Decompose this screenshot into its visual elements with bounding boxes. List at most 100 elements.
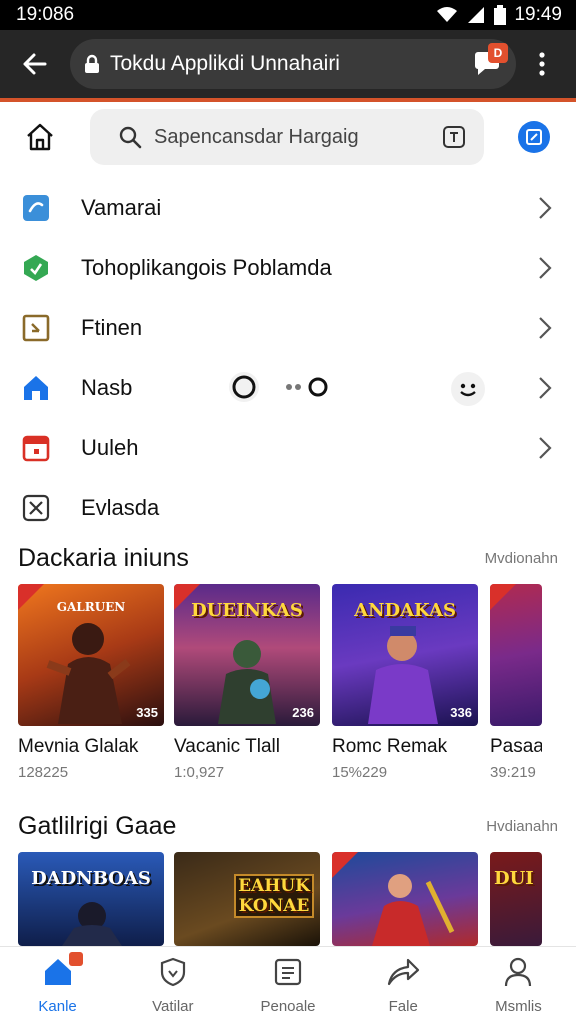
more-menu-button[interactable] <box>524 42 560 86</box>
nav-label: Msmlis <box>495 998 542 1015</box>
notification-button[interactable]: D <box>470 43 508 81</box>
game-thumbnail <box>332 852 478 946</box>
nav-profile[interactable]: Msmlis <box>461 947 576 1024</box>
chevron-right-icon <box>539 257 552 279</box>
nav-badge <box>68 952 83 966</box>
search-icon <box>119 126 142 149</box>
menu-item-6[interactable]: Evlasda <box>0 478 576 538</box>
search-input[interactable]: Sapencansdar Hargaig <box>154 126 442 149</box>
game-thumbnail: DUEINKAS 236 <box>174 584 320 726</box>
nav-share[interactable]: Fale <box>346 947 461 1024</box>
back-button[interactable] <box>12 42 56 86</box>
menu-label: Uuleh <box>81 435 139 460</box>
nav-label: Penoale <box>260 998 316 1015</box>
signal-icon <box>468 7 485 23</box>
game-thumbnail: DUI <box>490 852 542 946</box>
section-header-1: Dackaria iniuns Mvdionahn <box>18 544 558 573</box>
tabs-button[interactable] <box>518 121 550 153</box>
menu-list: Vamarai Tohoplikangois Poblamda Ftinen N… <box>0 178 576 538</box>
share-icon <box>386 956 420 988</box>
notification-badge: D <box>488 43 508 63</box>
game-card[interactable]: Pasaa 39:219 <box>490 584 542 781</box>
circle-icon <box>228 371 260 403</box>
menu-item-2[interactable]: Tohoplikangois Poblamda <box>0 238 576 298</box>
game-downloads: 1:0,927 <box>174 764 225 781</box>
nav-label: Vatilar <box>152 998 194 1015</box>
ninja-figure-icon <box>62 902 122 946</box>
search-field[interactable]: Sapencansdar Hargaig <box>90 109 484 165</box>
home-outline-icon <box>27 123 53 151</box>
game-name: Pasaa <box>490 736 542 757</box>
nav-security[interactable]: Vatilar <box>115 947 230 1024</box>
game-card[interactable]: DADNBOAS <box>18 852 164 946</box>
nav-list[interactable]: Penoale <box>230 947 345 1024</box>
heroine-figure-icon <box>372 874 455 946</box>
game-card[interactable]: DUI <box>490 852 542 946</box>
status-time-right: 19:49 <box>514 4 562 25</box>
game-name: Romc Remak <box>332 736 448 757</box>
lock-icon <box>84 54 100 74</box>
game-thumbnail: EAHUK KONAE <box>174 852 320 946</box>
nav-label: Kanle <box>38 998 77 1015</box>
game-card[interactable]: ANDAKAS 336 Romc Remak 15%229 <box>332 584 478 781</box>
game-art-title: DUI <box>494 868 534 889</box>
url-text: Tokdu Applikdi Unnahairi <box>110 52 340 75</box>
menu-item-4[interactable]: Nasb <box>0 358 576 418</box>
section-title: Dackaria iniuns <box>18 544 189 572</box>
chevron-right-icon <box>539 437 552 459</box>
chevron-right-icon <box>539 197 552 219</box>
see-more-link[interactable]: Mvdionahn <box>485 550 558 567</box>
game-thumbnail: DADNBOAS <box>18 852 164 946</box>
game-thumbnail: GALRUEN 335 <box>18 584 164 726</box>
shield-icon <box>159 956 187 988</box>
battery-icon <box>494 5 507 25</box>
arrow-left-icon <box>23 53 47 75</box>
menu-item-3[interactable]: Ftinen <box>0 298 576 358</box>
kebab-icon <box>539 52 545 76</box>
calendar-icon <box>22 434 50 462</box>
game-downloads: 15%229 <box>332 764 388 781</box>
text-format-icon[interactable] <box>442 125 466 149</box>
game-card[interactable] <box>332 852 478 946</box>
game-downloads: 128225 <box>18 764 69 781</box>
search-row: Sapencansdar Hargaig <box>0 102 576 172</box>
game-downloads: 39:219 <box>490 764 536 781</box>
menu-label: Ftinen <box>81 315 143 340</box>
menu-item-5[interactable]: Uuleh <box>0 418 576 478</box>
person-icon <box>504 956 532 988</box>
game-card[interactable]: GALRUEN 335 Mevnia Glalak 128225 <box>18 584 164 781</box>
smiley-icon <box>450 371 486 407</box>
nav-label: Fale <box>388 998 418 1015</box>
game-art-title: EAHUK KONAE <box>234 874 314 918</box>
game-badge: 336 <box>450 705 472 720</box>
square-edit-icon <box>526 129 542 145</box>
section-title: Gatlilrigi Gaae <box>18 812 177 840</box>
browser-toolbar: Tokdu Applikdi Unnahairi D <box>0 30 576 98</box>
dots-circle-icon <box>284 375 330 399</box>
home-button[interactable] <box>18 115 62 159</box>
wifi-icon <box>437 7 458 22</box>
list-icon <box>274 956 302 988</box>
home-icon <box>43 952 83 988</box>
bottom-navigation: Kanle Vatilar Penoale Fale Msmlis <box>0 946 576 1024</box>
ribbon-icon <box>490 584 516 610</box>
section-header-2: Gatlilrigi Gaae Hvdianahn <box>18 812 558 841</box>
game-card[interactable]: EAHUK KONAE <box>174 852 320 946</box>
hexagon-icon <box>22 254 50 282</box>
status-bar: 19:086 19:49 <box>0 0 576 30</box>
see-more-link[interactable]: Hvdianahn <box>486 818 558 835</box>
menu-label: Vamarai <box>81 195 162 220</box>
nav-home[interactable]: Kanle <box>0 947 115 1024</box>
menu-label: Nasb <box>81 375 133 400</box>
game-carousel-1: GALRUEN 335 Mevnia Glalak 128225 DUEINKA… <box>18 584 542 781</box>
menu-item-1[interactable]: Vamarai <box>0 178 576 238</box>
address-bar[interactable]: Tokdu Applikdi Unnahairi D <box>70 39 516 89</box>
status-icons: 19:49 <box>436 4 562 26</box>
document-icon <box>22 314 50 342</box>
game-badge: 335 <box>136 705 158 720</box>
game-badge: 236 <box>292 705 314 720</box>
game-thumbnail <box>490 584 542 726</box>
game-card[interactable]: DUEINKAS 236 Vacanic Tlall 1:0,927 <box>174 584 320 781</box>
status-time-left: 19:086 <box>16 4 75 25</box>
chevron-right-icon <box>539 377 552 399</box>
